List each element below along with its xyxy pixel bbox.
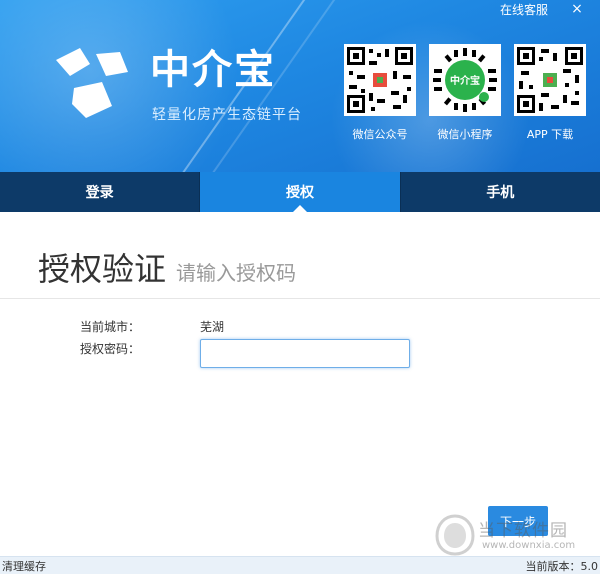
watermark-logo-icon [435, 514, 475, 556]
app-download-qr-code-icon [514, 44, 586, 116]
tab-bar: 登录 授权 手机 [0, 172, 600, 212]
clear-cache-link[interactable]: 清理缓存 [2, 558, 46, 574]
page-subtitle: 请输入授权码 [176, 261, 297, 285]
page-title-row: 授权验证 请输入授权码 [38, 244, 296, 290]
password-label: 授权密码： [80, 342, 141, 356]
tab-authorize[interactable]: 授权 [200, 172, 401, 212]
authorization-password-input[interactable] [200, 339, 410, 368]
tab-login[interactable]: 登录 [0, 172, 201, 212]
page-title: 授权验证 [38, 250, 167, 288]
wechat-qr-code-icon [344, 44, 416, 116]
svg-text:中介宝: 中介宝 [450, 74, 480, 87]
close-icon[interactable]: × [566, 1, 588, 17]
qr-mini-program: 中介宝 微信小程序 [425, 44, 505, 142]
brand-tagline: 轻量化房产生态链平台 [152, 107, 302, 123]
watermark-name: 当下软件园 [478, 521, 568, 541]
qr-caption: 微信小程序 [437, 128, 493, 141]
brand-name: 中介宝 [150, 47, 276, 93]
brand-logo-icon [56, 48, 128, 118]
city-value: 芜湖 [200, 320, 225, 334]
watermark-url: www.downxia.com [482, 540, 576, 551]
qr-app-download: APP 下载 [510, 44, 590, 142]
qr-wechat-account: 微信公众号 [340, 44, 420, 142]
top-links: 在线客服 × [500, 0, 600, 18]
online-support-link[interactable]: 在线客服 [500, 1, 548, 18]
qr-caption: APP 下载 [526, 128, 574, 141]
header-banner: 在线客服 × 中介宝 轻量化房产生态链平台 微信公众号 中介宝 微信小程序 AP… [0, 0, 600, 172]
version-text: 当前版本：5.0 [525, 559, 599, 573]
city-label: 当前城市： [80, 320, 141, 334]
mini-program-code-icon: 中介宝 [429, 44, 501, 116]
tab-phone[interactable]: 手机 [401, 172, 600, 212]
status-bar: 清理缓存 当前版本：5.0 [0, 556, 600, 574]
divider [0, 298, 600, 299]
qr-caption: 微信公众号 [352, 128, 408, 141]
